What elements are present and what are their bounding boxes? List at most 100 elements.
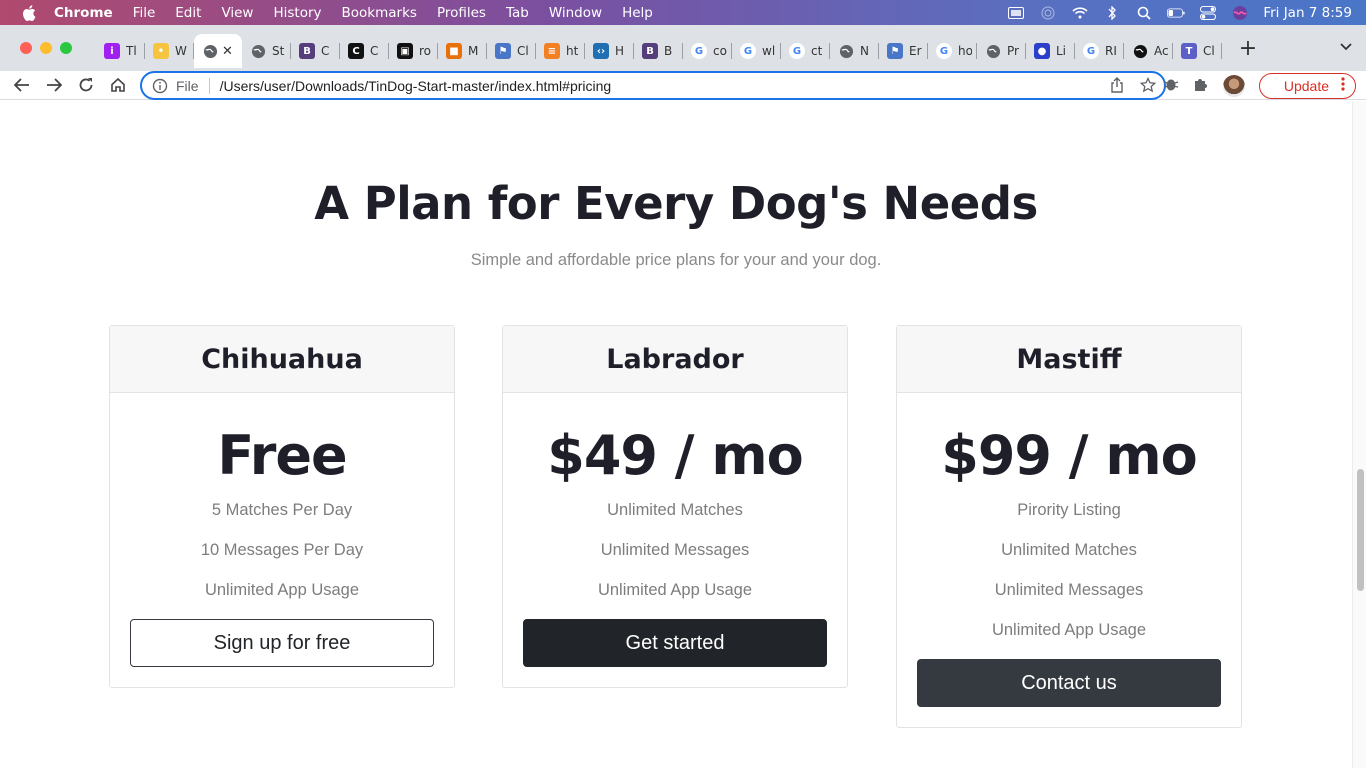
menu-file[interactable]: File (133, 5, 156, 21)
plan-price: $99 / mo (941, 424, 1197, 487)
google-icon: G (1083, 43, 1099, 59)
lock-emoji-icon: • (153, 43, 169, 59)
feature-item: Unlimited App Usage (991, 621, 1147, 639)
browser-tab[interactable]: ▣ ro (389, 34, 438, 68)
browser-tab[interactable]: ≡ ht (536, 34, 585, 68)
plan-name: Mastiff (897, 326, 1241, 393)
site-info-icon[interactable] (152, 78, 168, 94)
control-center-icon[interactable] (1199, 5, 1217, 20)
browser-tab[interactable]: i Tl (96, 34, 145, 68)
browser-tab[interactable]: T Cl (1173, 34, 1222, 68)
tab-title: B (664, 44, 673, 58)
tab-title: RI (1105, 44, 1117, 58)
battery-icon[interactable] (1167, 6, 1185, 20)
get-started-button[interactable]: Get started (523, 619, 827, 667)
menu-edit[interactable]: Edit (175, 5, 201, 21)
browser-tab[interactable]: Gct (781, 34, 830, 68)
update-button[interactable]: Update (1258, 72, 1356, 99)
menu-app-name[interactable]: Chrome (54, 5, 113, 21)
contact-us-button[interactable]: Contact us (917, 659, 1221, 707)
stackoverflow-icon: ≡ (544, 43, 560, 59)
wifi-icon[interactable] (1071, 6, 1089, 20)
page-scrollbar[interactable] (1352, 101, 1366, 768)
plan-card-chihuahua: Chihuahua Free 5 Matches Per Day 10 Mess… (109, 325, 455, 688)
tab-title: ho (958, 44, 972, 58)
plan-price: $49 / mo (547, 424, 803, 487)
code-icon: ‹› (593, 43, 609, 59)
spotlight-search-icon[interactable] (1135, 6, 1153, 20)
bookmark-star-icon[interactable] (1139, 76, 1157, 97)
tab-title: Tl (126, 44, 137, 58)
menu-window[interactable]: Window (549, 5, 602, 21)
new-tab-button[interactable]: + (1234, 36, 1262, 61)
letter-circle-icon: i (104, 43, 120, 59)
menu-profiles[interactable]: Profiles (437, 5, 486, 21)
sign-up-free-button[interactable]: Sign up for free (130, 619, 434, 667)
address-bar[interactable]: File /Users/user/Downloads/TinDog-Start-… (140, 71, 1166, 100)
browser-tab[interactable]: Gho (928, 34, 977, 68)
apple-logo-icon[interactable] (22, 4, 36, 21)
pricing-section: A Plan for Every Dog's Needs Simple and … (0, 101, 1352, 768)
browser-tab[interactable]: St (242, 34, 291, 68)
zoom-window-button[interactable] (60, 42, 72, 54)
back-button[interactable] (6, 71, 38, 99)
browser-tab[interactable]: Pr (977, 34, 1026, 68)
bluetooth-icon[interactable] (1103, 5, 1121, 20)
tab-title: C (370, 44, 379, 58)
menu-history[interactable]: History (273, 5, 321, 21)
tab-title: Cl (1203, 44, 1215, 58)
browser-tab[interactable]: BC (291, 34, 340, 68)
browser-tab[interactable]: Gco (683, 34, 732, 68)
close-window-button[interactable] (20, 42, 32, 54)
tab-search-chevron-icon[interactable] (1340, 39, 1352, 55)
browser-tab[interactable]: Ac (1124, 34, 1173, 68)
url-text[interactable]: /Users/user/Downloads/TinDog-Start-maste… (220, 78, 612, 94)
screen-icon[interactable] (1007, 6, 1025, 20)
browser-tab[interactable]: Gwl (732, 34, 781, 68)
reload-button[interactable] (70, 71, 102, 99)
scrollbar-thumb[interactable] (1357, 469, 1364, 591)
minimize-window-button[interactable] (40, 42, 52, 54)
menu-bookmarks[interactable]: Bookmarks (342, 5, 417, 21)
browser-tab[interactable]: CC (340, 34, 389, 68)
plan-card-labrador: Labrador $49 / mo Unlimited Matches Unli… (502, 325, 848, 688)
profile-avatar[interactable] (1222, 74, 1245, 97)
url-divider (208, 77, 210, 94)
google-icon: G (740, 43, 756, 59)
siri-icon[interactable] (1231, 5, 1249, 20)
more-menu-icon[interactable] (1341, 77, 1345, 94)
browser-tab[interactable]: BB (634, 34, 683, 68)
colorful-icon: ■ (446, 43, 462, 59)
browser-tab[interactable]: ‹› H (585, 34, 634, 68)
feature-list: Unlimited Matches Unlimited Messages Unl… (523, 502, 827, 622)
menu-tab[interactable]: Tab (506, 5, 529, 21)
browser-tab[interactable]: ⚑ Cl (487, 34, 536, 68)
tab-title: W (175, 44, 187, 58)
browser-tab[interactable]: ✕ (194, 34, 242, 68)
globe-icon (250, 43, 266, 59)
menu-view[interactable]: View (221, 5, 253, 21)
share-icon[interactable] (1110, 77, 1124, 97)
menu-help[interactable]: Help (622, 5, 653, 21)
browser-tab[interactable]: ⚑ Er (879, 34, 928, 68)
tab-title: ro (419, 44, 432, 58)
blue-circle-icon: ● (1034, 43, 1050, 59)
extensions-puzzle-icon[interactable] (1193, 76, 1209, 96)
black-square-icon: ▣ (397, 43, 413, 59)
browser-tab[interactable]: G RI (1075, 34, 1124, 68)
browser-tab[interactable]: ● Li (1026, 34, 1075, 68)
browser-tab[interactable]: ■ M (438, 34, 487, 68)
plan-card-mastiff: Mastiff $99 / mo Pirority Listing Unlimi… (896, 325, 1242, 728)
fingerprint-icon[interactable] (1039, 6, 1057, 20)
close-tab-icon[interactable]: ✕ (222, 44, 233, 59)
forward-button[interactable] (38, 71, 70, 99)
menubar-clock[interactable]: Fri Jan 7 8:59 (1263, 5, 1352, 21)
browser-tab[interactable]: • W (145, 34, 194, 68)
tab-title: St (272, 44, 285, 58)
google-icon: G (936, 43, 952, 59)
home-button[interactable] (102, 71, 134, 99)
plan-price: Free (217, 424, 347, 487)
feature-item: Unlimited Messages (994, 581, 1144, 599)
extension-bug-icon[interactable] (1163, 76, 1179, 96)
browser-tab[interactable]: N (830, 34, 879, 68)
